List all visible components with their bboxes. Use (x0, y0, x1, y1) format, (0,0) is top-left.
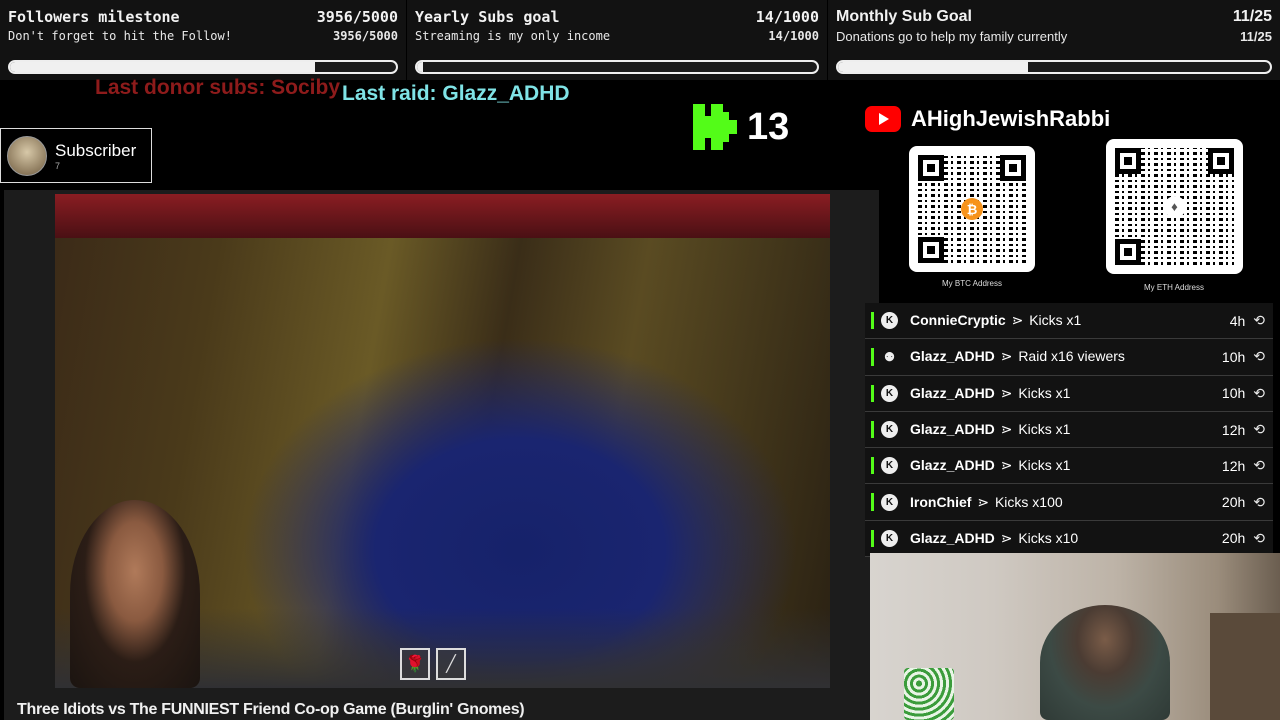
replay-icon[interactable]: ⟲ (1253, 421, 1265, 438)
list-item: K Glazz_ADHD ⋗ Kicks x1 12h ⟲ (865, 448, 1273, 485)
last-donor-ticker: Last donor subs: Sociby (95, 76, 341, 99)
avatar (7, 135, 47, 176)
event-separator: ⋗ (977, 493, 990, 510)
channel-name: AHighJewishRabbi (911, 106, 1111, 131)
event-user: IronChief (910, 493, 972, 510)
list-item: K Glazz_ADHD ⋗ Kicks x1 10h ⟲ (865, 375, 1273, 412)
bitcoin-icon: ₿ (961, 198, 983, 220)
event-action: Kicks x1 (1029, 312, 1082, 329)
event-separator: ⋗ (1000, 421, 1013, 438)
goal-count-secondary: 14/1000 (768, 29, 819, 43)
list-item: K Glazz_ADHD ⋗ Kicks x1 12h ⟲ (865, 411, 1273, 449)
webcam-cup (904, 668, 954, 720)
event-action: Kicks x1 (1018, 457, 1071, 474)
event-user: ConnieCryptic (910, 312, 1006, 329)
list-item: K IronChief ⋗ Kicks x100 20h ⟲ (865, 484, 1273, 521)
event-time: 10h (1221, 385, 1246, 402)
event-time: 12h (1221, 457, 1246, 474)
hotbar-slot-stick: ╱ (436, 648, 466, 680)
goal-progress-bar (836, 60, 1272, 74)
qr-label: My ETH Address (1143, 283, 1204, 292)
goal-title: Followers milestone (8, 8, 180, 26)
event-time: 20h (1221, 494, 1246, 511)
goal-title: Yearly Subs goal (415, 8, 560, 26)
goal-count-secondary: 3956/5000 (332, 29, 398, 43)
event-action: Kicks x10 (1018, 529, 1079, 546)
webcam-feed (870, 553, 1280, 720)
event-user: Glazz_ADHD (910, 384, 995, 401)
recent-events-list: K ConnieCryptic ⋗ Kicks x1 4h ⟲ ⚉ Glazz_… (865, 303, 1273, 558)
goal-count-secondary: 11/25 (1240, 29, 1272, 44)
kick-icon: K (881, 457, 898, 475)
goal-progress-fill (417, 62, 423, 72)
streamer-facecam-left (70, 500, 200, 688)
kick-logo-icon (693, 104, 737, 150)
webcam-person (1040, 605, 1170, 720)
event-separator: ⋗ (1000, 529, 1013, 546)
event-user: Glazz_ADHD (910, 457, 995, 474)
qr-label: My BTC Address (941, 279, 1002, 288)
kick-icon: K (881, 421, 898, 439)
btc-qr-code: ₿ (909, 146, 1035, 272)
goal-subtitle: Donations go to help my family currently (836, 29, 1068, 44)
video-title: Three Idiots vs The FUNNIEST Friend Co-o… (17, 701, 525, 718)
event-separator: ⋗ (1011, 312, 1024, 329)
monthly-sub-goal-widget: Monthly Sub Goal 11/25 Donations go to h… (828, 0, 1280, 80)
goal-subtitle: Don't forget to hit the Follow! (8, 29, 232, 43)
event-action: Kicks x100 (994, 493, 1063, 510)
list-item: ⚉ Glazz_ADHD ⋗ Raid x16 viewers 10h ⟲ (865, 339, 1273, 376)
last-raid-ticker: Last raid: Glazz_ADHD (342, 82, 570, 105)
kick-icon: K (881, 529, 898, 547)
event-separator: ⋗ (1000, 457, 1013, 474)
event-time: 10h (1221, 348, 1246, 365)
goal-subtitle: Streaming is my only income (415, 29, 611, 43)
youtube-icon (865, 106, 901, 132)
event-user: Glazz_ADHD (910, 529, 995, 546)
kick-icon: K (881, 312, 898, 330)
replay-icon[interactable]: ⟲ (1253, 312, 1265, 329)
goal-title: Monthly Sub Goal (836, 8, 972, 25)
goal-count: 14/1000 (755, 8, 819, 26)
game-video: 🌹 ╱ (4, 190, 879, 720)
ethereum-icon: ♦ (1163, 195, 1186, 218)
kick-icon: K (881, 493, 898, 511)
event-action: Kicks x1 (1018, 384, 1071, 401)
game-hotbar: 🌹 ╱ (400, 648, 466, 680)
yearly-subs-goal-widget: Yearly Subs goal 14/1000 Streaming is my… (407, 0, 827, 80)
eth-qr-code: ♦ (1106, 139, 1243, 274)
list-item: K ConnieCryptic ⋗ Kicks x1 4h ⟲ (865, 303, 1273, 340)
subscriber-card: Subscriber 7 (0, 128, 152, 183)
kick-icon: K (881, 384, 898, 402)
followers-goal-widget: Followers milestone 3956/5000 Don't forg… (0, 0, 406, 80)
goal-progress-bar (8, 60, 398, 74)
event-user: Glazz_ADHD (910, 348, 995, 365)
goal-progress-bar (415, 60, 819, 74)
replay-icon[interactable]: ⟲ (1253, 494, 1265, 511)
event-action: Kicks x1 (1018, 421, 1071, 438)
replay-icon[interactable]: ⟲ (1253, 385, 1265, 402)
event-action: Raid x16 viewers (1018, 348, 1125, 365)
event-time: 12h (1221, 421, 1246, 438)
event-separator: ⋗ (1000, 348, 1013, 365)
hotbar-slot-rose: 🌹 (400, 648, 430, 680)
raid-icon: ⚉ (884, 349, 895, 364)
goal-progress-fill (10, 62, 316, 72)
goal-progress-fill (838, 62, 1029, 72)
replay-icon[interactable]: ⟲ (1253, 457, 1265, 474)
list-item: K Glazz_ADHD ⋗ Kicks x10 20h ⟲ (865, 520, 1273, 558)
event-user: Glazz_ADHD (910, 421, 995, 438)
kick-counter: 13 (693, 104, 789, 150)
event-separator: ⋗ (1000, 384, 1013, 401)
goal-count: 3956/5000 (316, 8, 398, 26)
goal-count: 11/25 (1232, 8, 1272, 25)
webcam-background (1210, 613, 1280, 720)
subscriber-label: Subscriber (55, 140, 137, 160)
event-time: 4h (1229, 312, 1246, 329)
event-time: 20h (1221, 530, 1246, 547)
subscriber-count: 7 (55, 160, 61, 171)
replay-icon[interactable]: ⟲ (1253, 348, 1265, 365)
kick-count-value: 13 (747, 105, 790, 148)
youtube-channel: AHighJewishRabbi (865, 106, 1110, 132)
replay-icon[interactable]: ⟲ (1253, 530, 1265, 547)
